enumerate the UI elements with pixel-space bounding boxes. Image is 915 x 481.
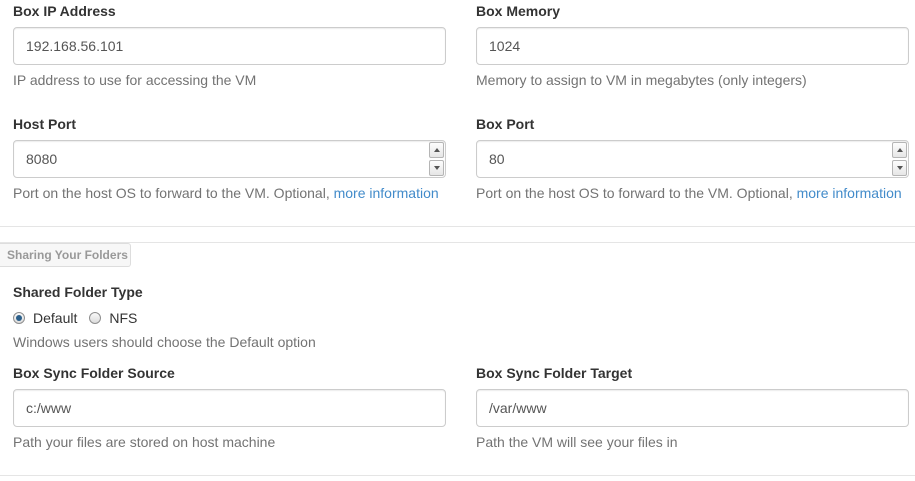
box-port-help: Port on the host OS to forward to the VM…: [476, 183, 909, 203]
arrow-down-icon: [896, 166, 903, 170]
arrow-down-icon: [433, 166, 440, 170]
box-port-label: Box Port: [476, 116, 535, 132]
host-port-decrement-button[interactable]: [429, 160, 444, 176]
box-ip-label: Box IP Address: [13, 3, 116, 19]
box-memory-label: Box Memory: [476, 3, 561, 19]
sync-target-label: Box Sync Folder Target: [476, 365, 633, 381]
shared-folder-type-group: Shared Folder Type Default NFS Windows u…: [13, 282, 446, 352]
radio-nfs[interactable]: [89, 312, 102, 324]
bottom-divider: [0, 475, 915, 476]
radio-selected-dot: [16, 315, 22, 321]
host-port-help: Port on the host OS to forward to the VM…: [13, 183, 446, 203]
radio-nfs-label[interactable]: NFS: [109, 310, 137, 326]
sync-source-input[interactable]: c:/www: [13, 389, 446, 427]
box-ip-input[interactable]: 192.168.56.101: [13, 27, 446, 65]
host-port-group: Host Port 8080 Port on the host OS to fo…: [13, 114, 446, 203]
radio-default[interactable]: [13, 312, 25, 324]
shared-folder-type-label: Shared Folder Type: [13, 284, 143, 300]
host-port-help-text: Port on the host OS to forward to the VM…: [13, 185, 330, 201]
box-port-spinner: [892, 142, 907, 176]
box-port-decrement-button[interactable]: [892, 160, 907, 176]
box-memory-help: Memory to assign to VM in megabytes (onl…: [476, 72, 807, 88]
box-port-more-info-link[interactable]: more information: [797, 185, 902, 201]
sync-source-help: Path your files are stored on host machi…: [13, 434, 276, 450]
sync-target-help: Path the VM will see your files in: [476, 434, 678, 450]
sync-source-label: Box Sync Folder Source: [13, 365, 175, 381]
box-port-input[interactable]: 80: [476, 140, 909, 178]
box-memory-group: Box Memory 1024 Memory to assign to VM i…: [476, 1, 909, 90]
divider: [0, 226, 915, 227]
section-divider: [0, 242, 915, 243]
box-port-group: Box Port 80 Port on the host OS to forwa…: [476, 114, 909, 203]
arrow-up-icon: [433, 148, 440, 152]
sharing-folders-section-title: Sharing Your Folders: [0, 243, 131, 267]
arrow-up-icon: [896, 148, 903, 152]
host-port-more-info-link[interactable]: more information: [334, 185, 439, 201]
box-port-value: 80: [489, 151, 505, 167]
host-port-increment-button[interactable]: [429, 142, 444, 158]
box-port-increment-button[interactable]: [892, 142, 907, 158]
sync-source-group: Box Sync Folder Source c:/www Path your …: [13, 363, 446, 452]
host-port-label: Host Port: [13, 116, 76, 132]
box-memory-input[interactable]: 1024: [476, 27, 909, 65]
host-port-value: 8080: [26, 151, 58, 167]
radio-default-label[interactable]: Default: [33, 310, 77, 326]
box-ip-help: IP address to use for accessing the VM: [13, 72, 257, 88]
box-port-help-text: Port on the host OS to forward to the VM…: [476, 185, 793, 201]
shared-folder-type-options: Default NFS: [13, 308, 446, 328]
host-port-spinner: [429, 142, 444, 176]
shared-folder-type-help: Windows users should choose the Default …: [13, 334, 316, 350]
sync-target-group: Box Sync Folder Target /var/www Path the…: [476, 363, 909, 452]
sync-target-input[interactable]: /var/www: [476, 389, 909, 427]
host-port-input[interactable]: 8080: [13, 140, 446, 178]
box-ip-group: Box IP Address 192.168.56.101 IP address…: [13, 1, 446, 90]
